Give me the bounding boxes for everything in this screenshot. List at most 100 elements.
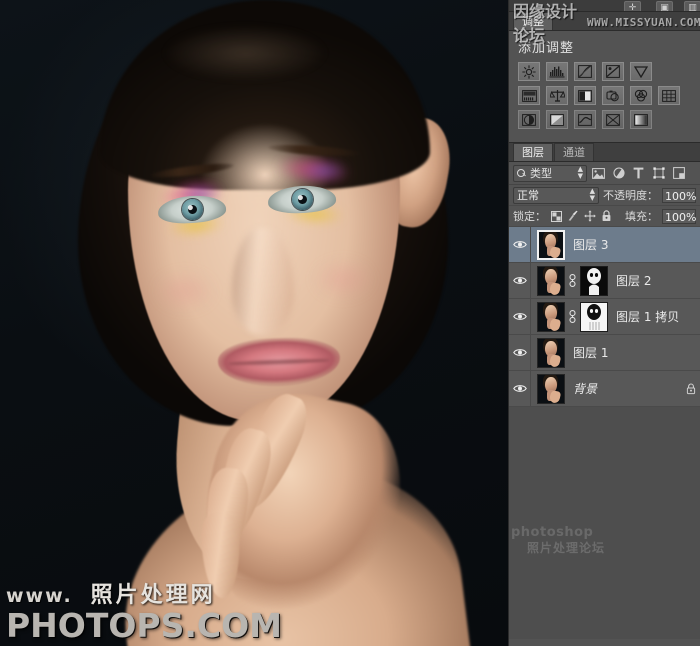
watermark-domain-text: PHOTOPS.COM xyxy=(6,606,283,645)
filter-pixel-icon[interactable] xyxy=(590,165,607,182)
curves-icon[interactable] xyxy=(574,62,596,81)
blend-mode-value: 正常 xyxy=(517,189,539,202)
layer-name[interactable]: 图层 2 xyxy=(608,272,700,289)
vibrance-icon[interactable] xyxy=(630,62,652,81)
filter-type-select[interactable]: 类型 ▲ ▼ xyxy=(513,164,587,182)
layer-visibility-toggle[interactable] xyxy=(509,299,531,334)
tab-channels[interactable]: 通道 xyxy=(554,143,594,161)
layer-name[interactable]: 图层 1 拷贝 xyxy=(608,308,700,325)
filter-smart-object-icon[interactable] xyxy=(670,165,687,182)
blend-mode-select[interactable]: 正常 ▲ ▼ xyxy=(513,186,599,204)
lock-icon xyxy=(682,382,700,395)
layer-thumbnail[interactable] xyxy=(537,301,565,332)
adjustment-icon-grid xyxy=(509,58,700,142)
photoshop-window: www. 照片处理网 PHOTOPS.COM ✛ ▣ ▥ 调整 添加调整 因缘设… xyxy=(0,0,700,646)
color-lookup-icon[interactable] xyxy=(658,86,680,105)
opacity-label: 不透明度： xyxy=(603,189,658,202)
table-row[interactable]: 图层 3 xyxy=(509,227,700,263)
move-icon: ✛ xyxy=(628,3,637,12)
filter-adjustment-icon[interactable] xyxy=(610,165,627,182)
lock-transparent-pixels-icon[interactable] xyxy=(550,209,563,224)
layer-thumbnail[interactable] xyxy=(537,337,565,368)
adjustments-panel: 调整 添加调整 因缘设计论坛 WWW.MISSYUAN.COM xyxy=(509,2,700,142)
threshold-icon[interactable] xyxy=(574,110,596,129)
eye-icon xyxy=(512,384,527,393)
layer-name[interactable]: 图层 1 xyxy=(565,344,700,361)
posterize-icon[interactable] xyxy=(546,110,568,129)
eye-icon xyxy=(512,348,527,357)
layer-link-icon[interactable] xyxy=(567,310,578,323)
eye-icon xyxy=(512,240,527,249)
image-canvas[interactable]: www. 照片处理网 PHOTOPS.COM xyxy=(0,0,508,646)
lock-all-icon[interactable] xyxy=(600,209,613,224)
cheek-blush-right xyxy=(300,250,386,308)
screen-mode-button[interactable]: ▣ xyxy=(656,1,673,12)
layer-visibility-toggle[interactable] xyxy=(509,371,531,406)
eye-icon xyxy=(512,312,527,321)
adjustments-tabbar: 调整 xyxy=(509,12,700,31)
layer-list: 图层 3 图层 2 图层 1 拷贝 图层 1 背景 photoshop 照片处理… xyxy=(509,227,700,555)
eyeshadow-blue-right xyxy=(292,158,356,184)
adjustment-row-2 xyxy=(518,86,691,105)
tab-layers[interactable]: 图层 xyxy=(513,143,553,161)
layer-visibility-toggle[interactable] xyxy=(509,263,531,298)
gradient-map-icon[interactable] xyxy=(602,110,624,129)
layer-mask-thumbnail[interactable] xyxy=(580,265,608,296)
color-balance-icon[interactable] xyxy=(546,86,568,105)
top-options-strip: ✛ ▣ ▥ xyxy=(509,0,700,12)
watermark-chinese-text: 照片处理网 xyxy=(90,583,216,608)
lock-image-pixels-icon[interactable] xyxy=(567,209,580,224)
filter-type-label: 类型 xyxy=(530,167,552,180)
layer-thumbnail[interactable] xyxy=(537,229,565,260)
levels-icon[interactable] xyxy=(546,62,568,81)
lock-position-icon[interactable] xyxy=(584,209,597,224)
layer-link-icon[interactable] xyxy=(567,274,578,287)
photo-watermark: www. 照片处理网 PHOTOPS.COM xyxy=(6,577,306,642)
tab-adjustments[interactable]: 调整 xyxy=(513,12,553,30)
table-row[interactable]: 图层 1 拷贝 xyxy=(509,299,700,335)
nose-shape xyxy=(232,228,294,336)
invert-icon[interactable] xyxy=(518,110,540,129)
layer-mask-thumbnail[interactable] xyxy=(580,301,608,332)
hue-saturation-icon[interactable] xyxy=(518,86,540,105)
table-row[interactable]: 图层 1 xyxy=(509,335,700,371)
layers-filter-bar: 类型 ▲ ▼ xyxy=(509,162,700,185)
layer-thumbnail[interactable] xyxy=(537,265,565,296)
layer-thumbnail[interactable] xyxy=(537,373,565,404)
table-row[interactable]: 背景 xyxy=(509,371,700,407)
layers-tabbar: 图层 通道 xyxy=(509,142,700,162)
chevron-updown-icon: ▲ ▼ xyxy=(577,165,583,180)
arrange-docs-button[interactable]: ▥ xyxy=(684,1,700,12)
brightness-contrast-icon[interactable] xyxy=(518,62,540,81)
black-white-icon[interactable] xyxy=(574,86,596,105)
table-row[interactable]: 图层 2 xyxy=(509,263,700,299)
filter-shape-icon[interactable] xyxy=(650,165,667,182)
layers-panel: 图层 通道 类型 ▲ ▼ 正常 ▲ ▼ 不透明度： 100% 锁定： 填充： 1… xyxy=(509,142,700,639)
adjustments-title: 添加调整 xyxy=(518,41,575,56)
layer-name[interactable]: 背景 xyxy=(565,380,682,397)
chevron-updown-icon: ▲ ▼ xyxy=(589,187,595,202)
move-tool-button[interactable]: ✛ xyxy=(624,1,641,12)
exposure-icon[interactable] xyxy=(602,62,624,81)
selective-color-icon[interactable] xyxy=(630,110,652,129)
adjustment-row-3 xyxy=(518,110,691,129)
layers-panel-empty-area[interactable] xyxy=(509,407,700,639)
arrange-icon: ▥ xyxy=(688,3,697,12)
hair-highlight xyxy=(150,18,340,88)
lock-row: 锁定： 填充： 100% xyxy=(509,206,700,227)
photo-filter-icon[interactable] xyxy=(602,86,624,105)
lock-label: 锁定： xyxy=(513,210,546,223)
layer-name[interactable]: 图层 3 xyxy=(565,236,700,253)
cheek-blush-left xyxy=(142,262,228,320)
opacity-value[interactable]: 100% xyxy=(662,187,696,203)
adjustment-row-1 xyxy=(518,62,691,81)
layer-visibility-toggle[interactable] xyxy=(509,335,531,370)
layer-visibility-toggle[interactable] xyxy=(509,227,531,262)
fill-value[interactable]: 100% xyxy=(662,208,696,224)
channel-mixer-icon[interactable] xyxy=(630,86,652,105)
watermark-www-text: www. xyxy=(6,585,73,607)
filter-type-icon[interactable] xyxy=(630,165,647,182)
eye-icon xyxy=(512,276,527,285)
screen-mode-icon: ▣ xyxy=(660,3,669,12)
search-icon xyxy=(517,168,526,178)
